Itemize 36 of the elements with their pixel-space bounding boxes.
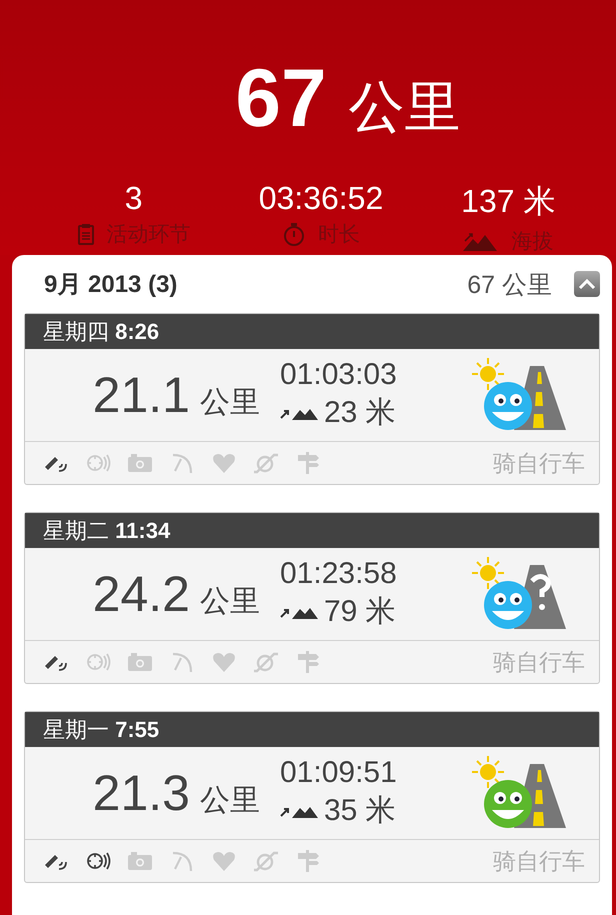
ride-duration: 01:23:58 [280,556,398,590]
sport-type: 骑自行车 [493,648,585,676]
ride-climb: 35 米 [324,792,396,828]
total-unit: 公里 [348,74,461,140]
month-title: 9月 2013 (3) [44,270,178,300]
distance-unit: 公里 [200,385,260,421]
ride-card[interactable]: 星期二 11:34 24.2 公里 01:23:58 79 米 骑自行车 [24,512,600,684]
ride-climb: 79 米 [324,594,396,630]
stat-value: 137 米 [461,182,556,221]
ride-duration: 01:03:03 [280,358,398,392]
clipboard-icon [76,223,95,245]
stat-label: 海拔 [511,229,554,255]
ride-distance: 21.3 [92,764,190,822]
ride-climb: 23 米 [324,394,396,430]
sport-type: 骑自行车 [493,448,585,478]
stopwatch-icon [282,222,306,246]
month-distance: 67 公里 [467,270,552,300]
stat-value: 3 [124,180,143,217]
ride-date: 星期四 8:26 [43,318,160,346]
stat-label: 时长 [318,222,360,248]
chevron-up-icon [578,277,596,291]
collapse-button[interactable] [574,271,600,297]
stat-label: 活动环节 [106,222,191,248]
ride-date: 星期一 7:55 [43,716,160,744]
ride-duration: 01:09:51 [280,756,398,790]
total-distance: 67 [235,52,327,146]
mountain-icon [463,231,500,251]
ride-card[interactable]: 星期一 7:55 21.3 公里 01:09:51 35 米 骑自行车 [24,711,600,883]
ride-distance: 21.1 [92,366,190,424]
ride-date: 星期二 11:34 [43,516,170,544]
sport-type: 骑自行车 [493,846,585,876]
ride-card[interactable]: 星期四 8:26 21.1 公里 01:03:03 23 米 骑自行车 [24,313,600,485]
distance-unit: 公里 [200,584,260,620]
distance-unit: 公里 [200,783,260,819]
ride-distance: 24.2 [92,565,190,623]
stat-value: 03:36:52 [258,180,384,217]
